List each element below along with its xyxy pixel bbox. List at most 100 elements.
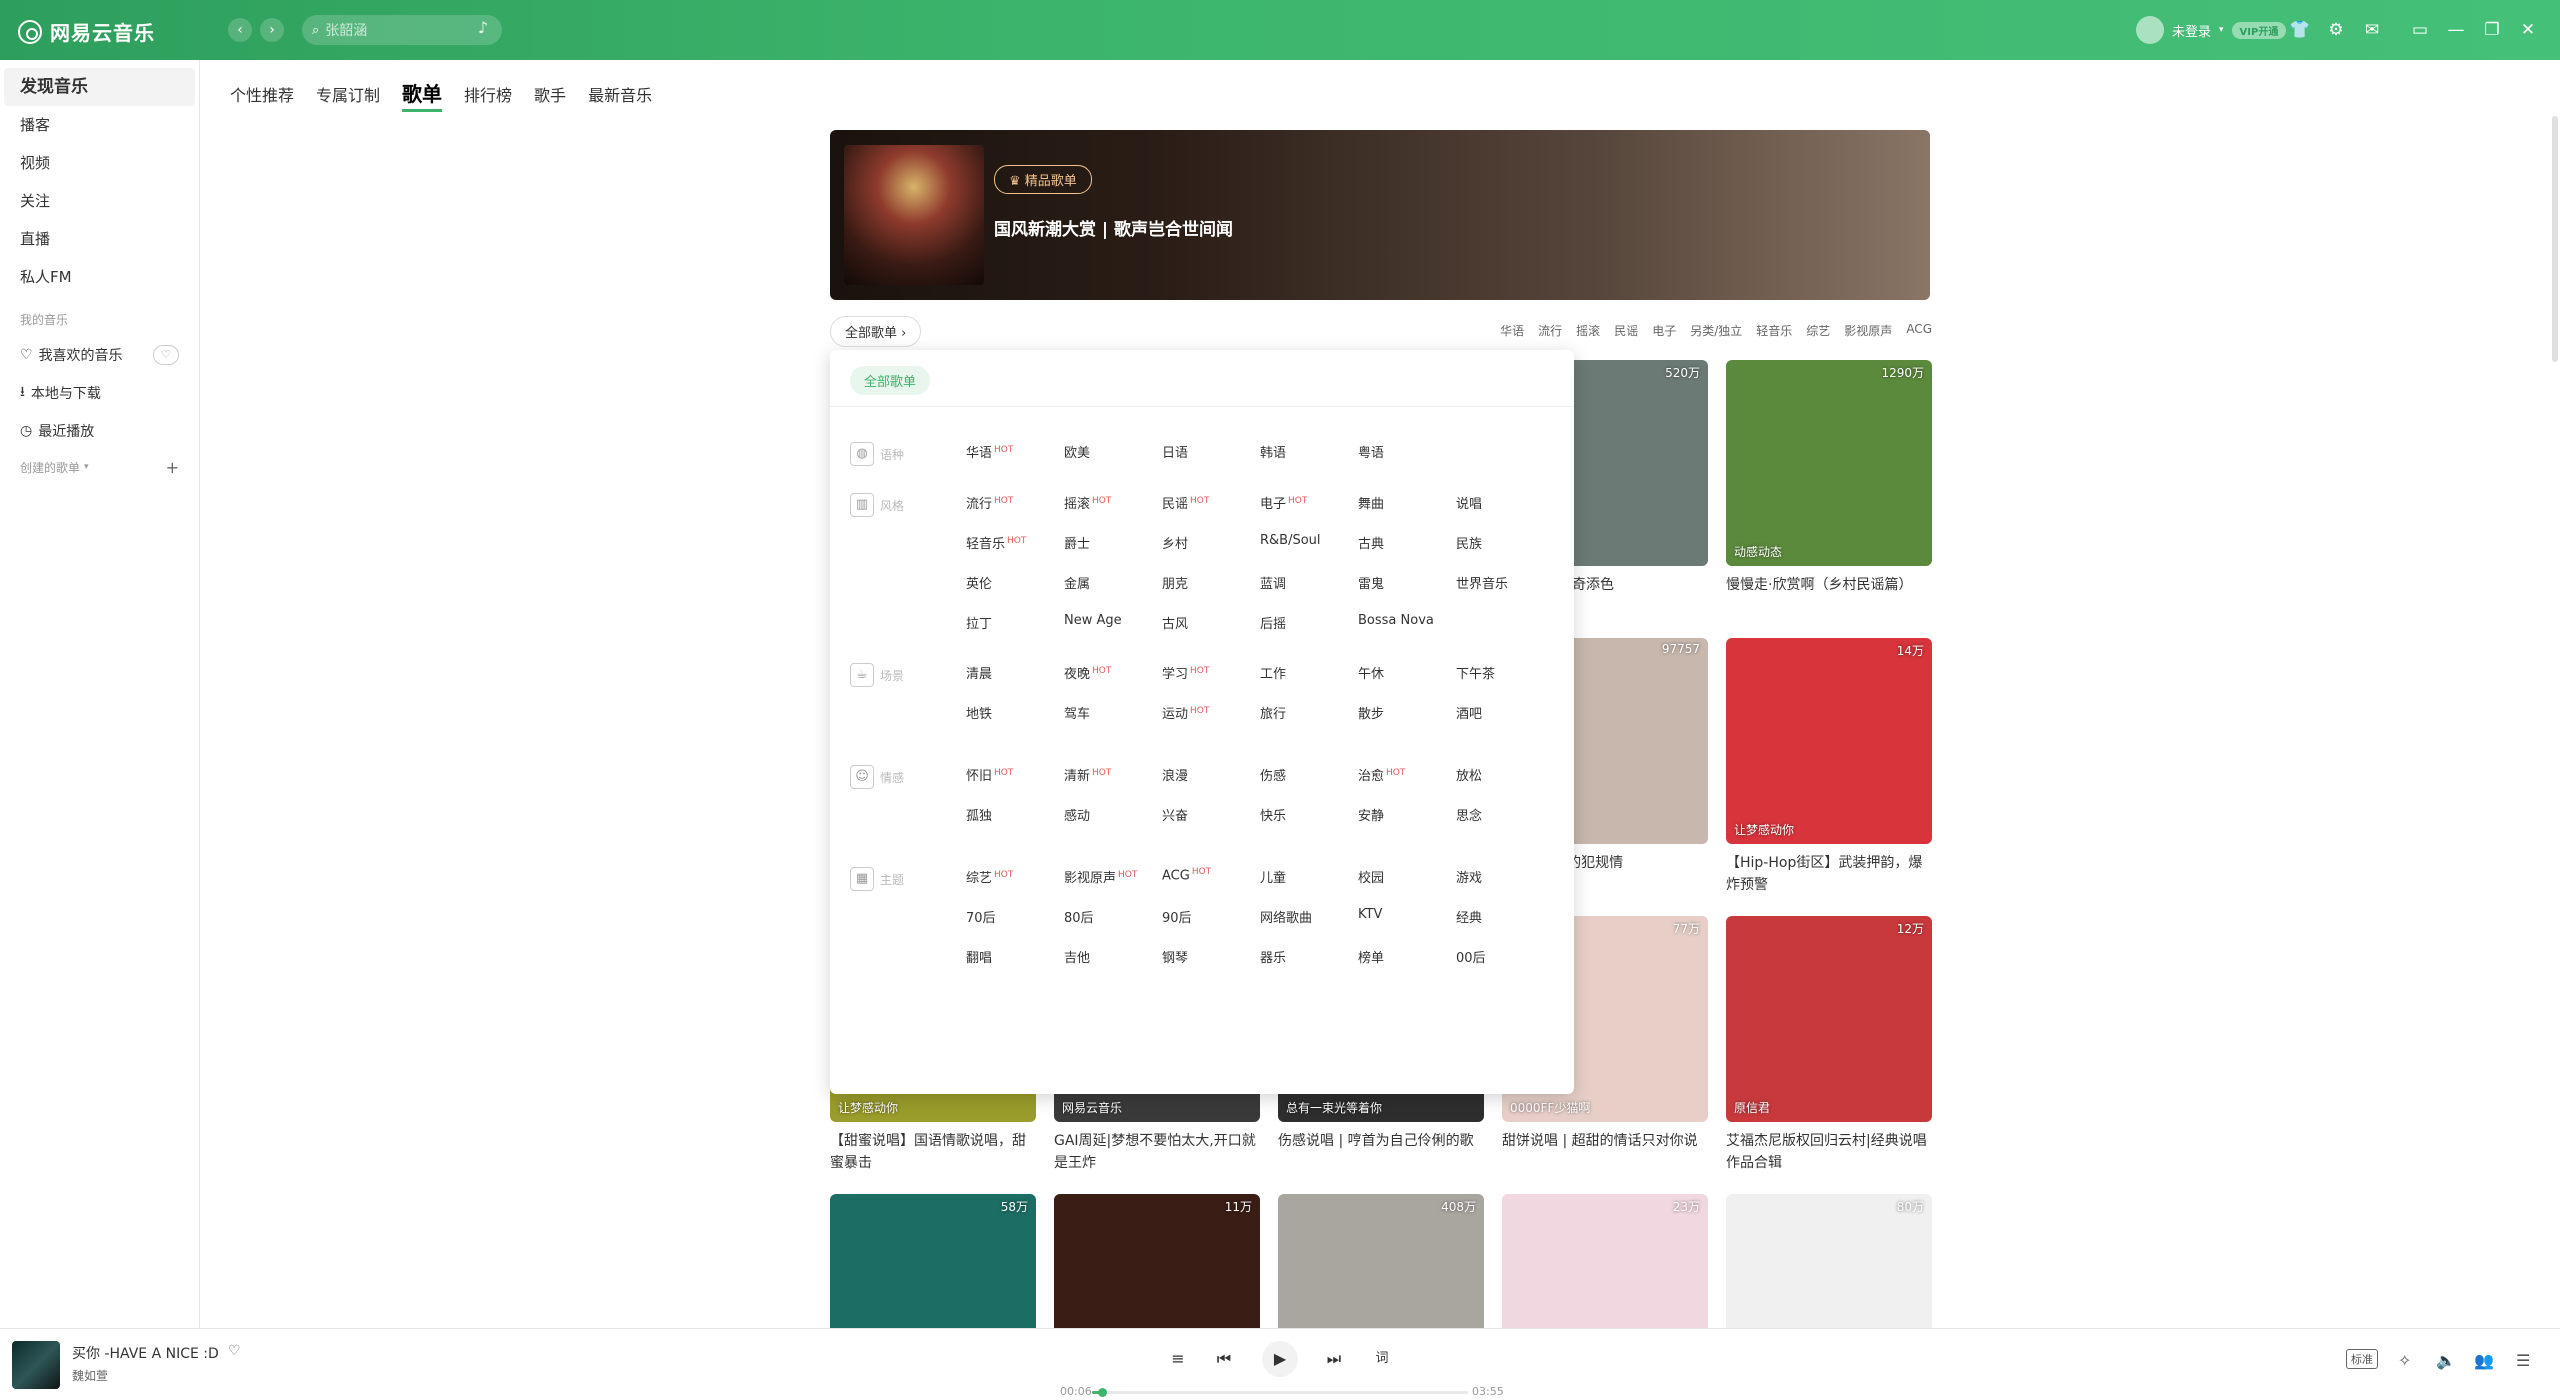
queue-icon[interactable]: ☰ bbox=[2516, 1351, 2530, 1370]
category-option[interactable]: 拉丁 bbox=[966, 613, 992, 632]
playlist-title[interactable]: 【甜蜜说唱】国语情歌说唱，甜蜜暴击 bbox=[830, 1130, 1036, 1174]
forward-button[interactable]: › bbox=[260, 18, 284, 42]
category-option[interactable]: 韩语 bbox=[1260, 442, 1286, 461]
listen-together-icon[interactable]: 👥 bbox=[2474, 1351, 2494, 1370]
playlist-cover[interactable]: 12万 原信君 bbox=[1726, 916, 1932, 1122]
hot-tag[interactable]: 民谣 bbox=[1614, 322, 1638, 339]
playlist-cover[interactable]: 14万 让梦感动你 bbox=[1726, 638, 1932, 844]
category-option[interactable]: 金属 bbox=[1064, 573, 1090, 592]
premium-tag[interactable]: ♛ 精品歌单 bbox=[994, 165, 1092, 194]
playlist-creator[interactable]: 原信君 bbox=[1734, 1099, 1770, 1116]
hot-tag[interactable]: 流行 bbox=[1538, 322, 1562, 339]
category-option[interactable]: 快乐 bbox=[1260, 805, 1286, 824]
category-option[interactable]: 清新 HOT bbox=[1064, 765, 1111, 784]
maximize-icon[interactable]: ❐ bbox=[2480, 18, 2504, 42]
close-icon[interactable]: ✕ bbox=[2516, 18, 2540, 42]
category-option[interactable]: 说唱 bbox=[1456, 493, 1482, 512]
user-menu[interactable]: 未登录 ▾ VIP开通 bbox=[2136, 16, 2287, 44]
category-option[interactable]: 散步 bbox=[1358, 703, 1384, 722]
category-option[interactable]: 地铁 bbox=[966, 703, 992, 722]
category-option[interactable]: 世界音乐 bbox=[1456, 573, 1508, 592]
like-heart-icon[interactable]: ♡ bbox=[228, 1343, 241, 1359]
playlist-card[interactable]: 12万 原信君 艾福杰尼版权回归云村|经典说唱作品合辑 bbox=[1726, 916, 1932, 1174]
category-option[interactable]: 欧美 bbox=[1064, 442, 1090, 461]
sidebar-item-follow[interactable]: 关注 bbox=[0, 182, 199, 220]
back-button[interactable]: ‹ bbox=[228, 18, 252, 42]
banner-cover[interactable] bbox=[844, 145, 984, 285]
tab-new-music[interactable]: 最新音乐 bbox=[588, 82, 652, 112]
hot-tag[interactable]: 影视原声 bbox=[1844, 322, 1892, 339]
playlist-title[interactable]: 伤感说唱 | 哼首为自己伶俐的歌 bbox=[1278, 1130, 1484, 1174]
vip-badge[interactable]: VIP开通 bbox=[2231, 21, 2287, 39]
sidebar-item-podcast[interactable]: 播客 bbox=[0, 106, 199, 144]
heartbeat-mode-icon[interactable]: ♡ bbox=[153, 345, 179, 365]
category-option[interactable]: 粤语 bbox=[1358, 442, 1384, 461]
category-option[interactable]: 思念 bbox=[1456, 805, 1482, 824]
category-option[interactable]: 民谣 HOT bbox=[1162, 493, 1209, 512]
playlist-title[interactable]: 甜饼说唱 | 超甜的情话只对你说 bbox=[1502, 1130, 1708, 1174]
category-option[interactable]: 华语 HOT bbox=[966, 442, 1013, 461]
category-option[interactable]: 综艺 HOT bbox=[966, 867, 1013, 886]
category-option[interactable]: 感动 bbox=[1064, 805, 1090, 824]
category-option[interactable]: 夜晚 HOT bbox=[1064, 663, 1111, 682]
hot-tag[interactable]: 华语 bbox=[1500, 322, 1524, 339]
category-option[interactable]: 80后 bbox=[1064, 907, 1094, 926]
now-playing-artist[interactable]: 魏如萱 bbox=[72, 1367, 108, 1384]
hot-tag[interactable]: 另类/独立 bbox=[1690, 322, 1742, 339]
add-playlist-icon[interactable]: + bbox=[166, 458, 179, 477]
category-option[interactable]: 乡村 bbox=[1162, 533, 1188, 552]
scrollbar[interactable] bbox=[2552, 116, 2558, 362]
category-option[interactable]: 浪漫 bbox=[1162, 765, 1188, 784]
category-option[interactable]: 清晨 bbox=[966, 663, 992, 682]
playlist-mode-icon[interactable]: ≡ bbox=[1166, 1347, 1190, 1371]
sidebar-item-video[interactable]: 视频 bbox=[0, 144, 199, 182]
mini-mode-icon[interactable]: ▭ bbox=[2408, 18, 2432, 42]
category-option[interactable]: 90后 bbox=[1162, 907, 1192, 926]
sidebar-item-liked[interactable]: ♡ 我喜欢的音乐 ♡ bbox=[0, 336, 199, 374]
avatar[interactable] bbox=[2136, 16, 2164, 44]
all-categories-button[interactable]: 全部歌单 › bbox=[830, 316, 922, 347]
login-status[interactable]: 未登录 bbox=[2172, 21, 2211, 40]
category-option[interactable]: 经典 bbox=[1456, 907, 1482, 926]
category-option[interactable]: 放松 bbox=[1456, 765, 1482, 784]
tab-artists[interactable]: 歌手 bbox=[534, 82, 566, 112]
category-option[interactable]: 吉他 bbox=[1064, 947, 1090, 966]
playlist-creator[interactable]: 网易云音乐 bbox=[1062, 1099, 1122, 1116]
hot-tag[interactable]: 电子 bbox=[1652, 322, 1676, 339]
voice-search-icon[interactable]: ♪ bbox=[472, 18, 494, 40]
category-option[interactable]: 古风 bbox=[1162, 613, 1188, 632]
lyrics-button[interactable]: 词 bbox=[1370, 1347, 1394, 1371]
category-option[interactable]: 孤独 bbox=[966, 805, 992, 824]
category-option[interactable]: ACG HOT bbox=[1162, 867, 1211, 883]
now-playing-title[interactable]: 买你 -HAVE A NICE :D bbox=[72, 1343, 219, 1363]
category-option[interactable]: R&B/Soul bbox=[1260, 533, 1321, 548]
category-option[interactable]: 旅行 bbox=[1260, 703, 1286, 722]
playlist-card[interactable]: 1290万 动感动态 慢慢走·欣赏啊（乡村民谣篇） bbox=[1726, 360, 1932, 618]
featured-banner[interactable]: ♛ 精品歌单 国风新潮大赏 | 歌声岂合世间闻 bbox=[830, 130, 1930, 300]
category-option[interactable]: 校园 bbox=[1358, 867, 1384, 886]
category-option[interactable]: New Age bbox=[1064, 613, 1122, 628]
progress-handle[interactable] bbox=[1097, 1388, 1107, 1397]
category-option[interactable]: 安静 bbox=[1358, 805, 1384, 824]
skin-icon[interactable]: 👕 bbox=[2288, 18, 2312, 42]
mail-icon[interactable]: ✉ bbox=[2360, 18, 2384, 42]
minimize-icon[interactable]: — bbox=[2444, 18, 2468, 42]
category-option[interactable]: Bossa Nova bbox=[1358, 613, 1434, 628]
category-option[interactable]: 伤感 bbox=[1260, 765, 1286, 784]
playlist-creator[interactable]: 0000FF少猫啊 bbox=[1510, 1099, 1590, 1116]
category-option[interactable]: 翻唱 bbox=[966, 947, 992, 966]
category-option[interactable]: 后摇 bbox=[1260, 613, 1286, 632]
playlist-title[interactable]: 慢慢走·欣赏啊（乡村民谣篇） bbox=[1726, 574, 1932, 618]
category-option[interactable]: 午休 bbox=[1358, 663, 1384, 682]
category-option[interactable]: 榜单 bbox=[1358, 947, 1384, 966]
tab-playlists[interactable]: 歌单 bbox=[402, 78, 443, 112]
category-option[interactable]: 兴奋 bbox=[1162, 805, 1188, 824]
playlist-title[interactable]: GAI周延|梦想不要怕太大,开口就是王炸 bbox=[1054, 1130, 1260, 1174]
category-option[interactable]: 工作 bbox=[1260, 663, 1286, 682]
now-playing-cover[interactable] bbox=[12, 1341, 60, 1389]
category-option[interactable]: 00后 bbox=[1456, 947, 1486, 966]
category-option[interactable]: 朋克 bbox=[1162, 573, 1188, 592]
category-option[interactable]: KTV bbox=[1358, 907, 1382, 922]
next-icon[interactable]: ⏭ bbox=[1322, 1347, 1346, 1371]
playlist-card[interactable]: 14万 让梦感动你 【Hip-Hop街区】武装押韵，爆炸预警 bbox=[1726, 638, 1932, 896]
